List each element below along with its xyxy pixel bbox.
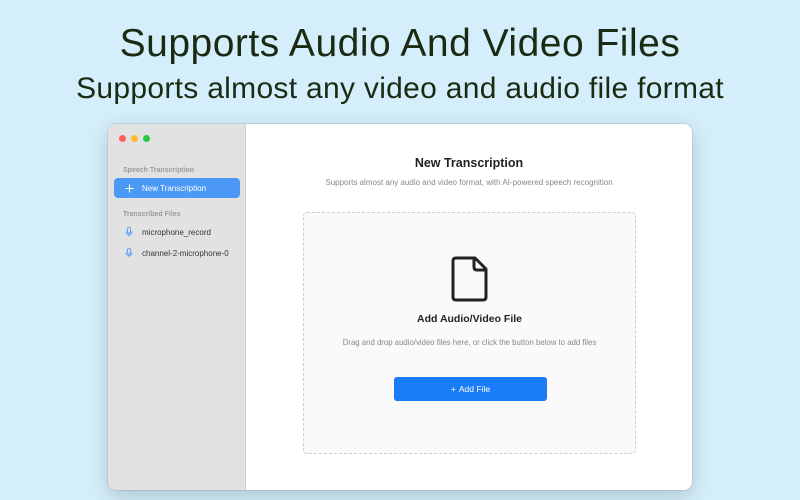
sidebar-item-label: microphone_record <box>142 227 211 237</box>
add-file-label: Add File <box>458 384 491 394</box>
zoom-window-button[interactable] <box>143 135 150 142</box>
microphone-icon <box>124 248 134 258</box>
plus-icon: + <box>450 384 456 394</box>
close-window-button[interactable] <box>119 135 126 142</box>
sidebar-item-file[interactable]: channel-2-microphone-0 <box>114 243 240 263</box>
add-file-button[interactable]: + Add File <box>394 377 547 401</box>
sidebar-item-new-transcription[interactable]: New Transcription <box>114 178 240 198</box>
sidebar-item-file[interactable]: microphone_record <box>114 222 240 242</box>
plus-icon <box>124 183 134 193</box>
main-panel: New Transcription Supports almost any au… <box>246 124 692 490</box>
sidebar-item-label: channel-2-microphone-0 <box>142 248 229 258</box>
section-label-files: Transcribed Files <box>123 211 181 218</box>
app-window: Speech Transcription New Transcription T… <box>108 124 692 490</box>
window-controls <box>119 135 150 142</box>
page-subtitle: Supports almost any audio and video form… <box>325 178 613 187</box>
dropzone-title: Add Audio/Video File <box>417 313 522 325</box>
page-title: New Transcription <box>414 156 524 170</box>
hero-subtitle: Supports almost any video and audio file… <box>76 72 724 105</box>
sidebar-item-label: New Transcription <box>142 183 207 193</box>
hero-title: Supports Audio And Video Files <box>119 22 681 65</box>
microphone-icon <box>124 227 134 237</box>
section-label-transcription: Speech Transcription <box>123 167 195 174</box>
document-icon <box>450 255 490 308</box>
file-dropzone[interactable]: Add Audio/Video File Drag and drop audio… <box>303 212 636 454</box>
dropzone-hint: Drag and drop audio/video files here, or… <box>342 338 597 347</box>
sidebar: Speech Transcription New Transcription T… <box>108 124 246 490</box>
minimize-window-button[interactable] <box>131 135 138 142</box>
